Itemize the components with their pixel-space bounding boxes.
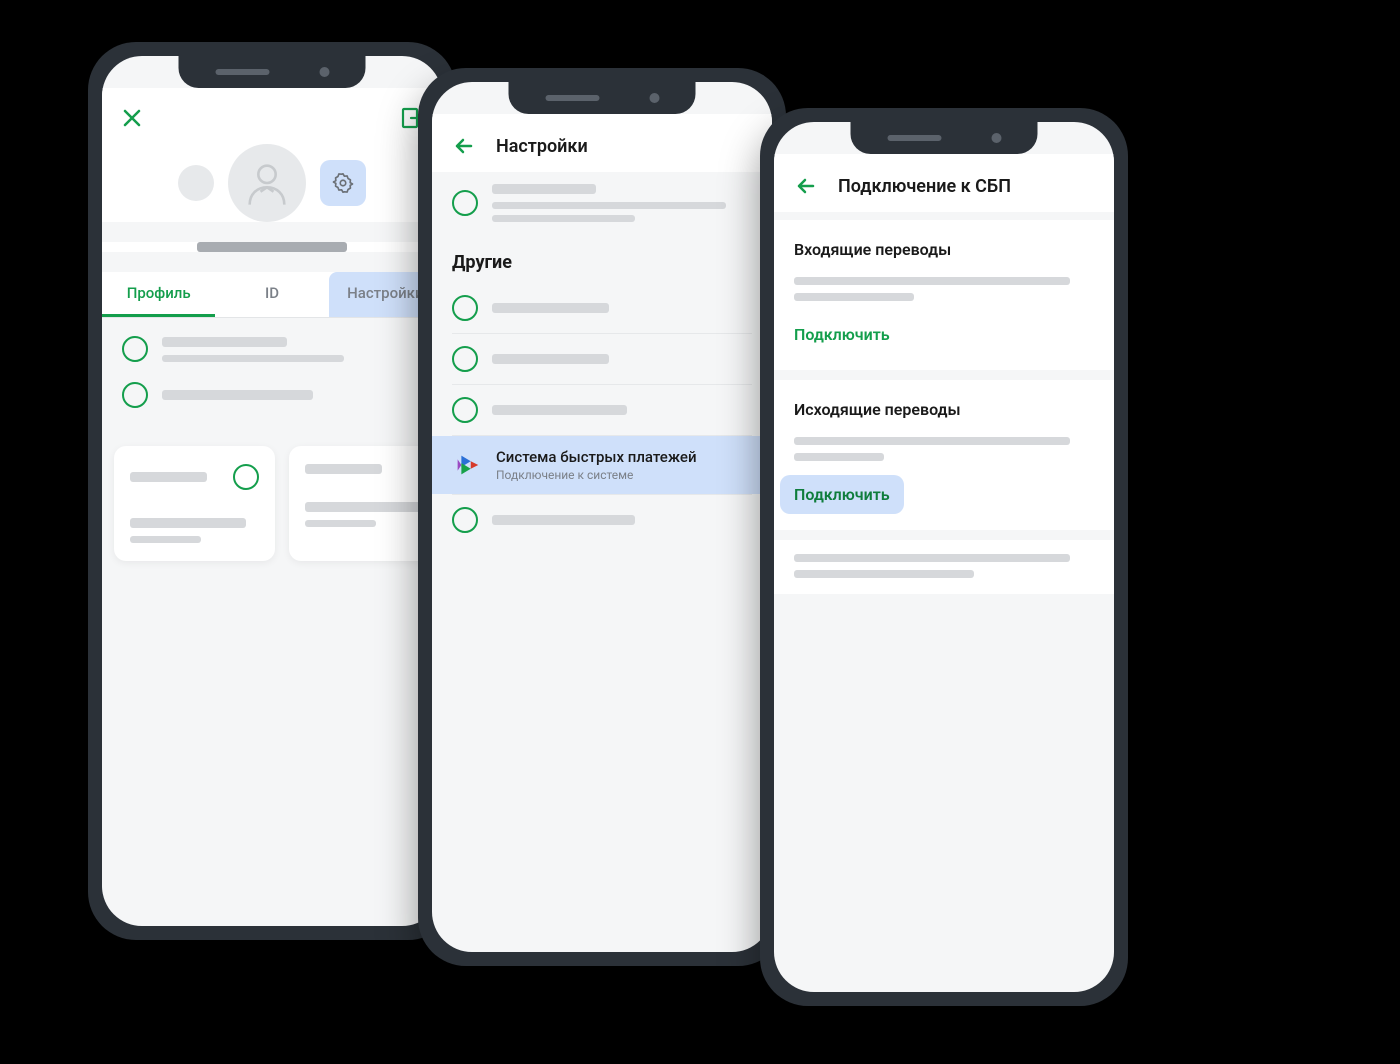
incoming-title: Входящие переводы — [794, 240, 1094, 259]
tab-id[interactable]: ID — [215, 272, 328, 317]
sbp-subtitle: Подключение к системе — [496, 468, 752, 482]
radio-icon — [122, 382, 148, 408]
radio-icon — [233, 464, 259, 490]
list-item[interactable] — [432, 172, 772, 234]
avatar — [228, 144, 306, 222]
radio-icon — [452, 397, 478, 423]
sbp-icon — [452, 450, 482, 480]
radio-icon — [122, 336, 148, 362]
radio-icon — [452, 346, 478, 372]
section-other: Другие — [432, 234, 772, 283]
phone-settings: Настройки Другие Система быстрых платеже… — [418, 68, 786, 966]
username-placeholder — [197, 242, 347, 252]
tab-profile[interactable]: Профиль — [102, 272, 215, 317]
list-item[interactable] — [432, 283, 772, 333]
page-title: Подключение к СБП — [838, 176, 1011, 197]
outgoing-title: Исходящие переводы — [794, 400, 1094, 419]
list-item[interactable] — [432, 495, 772, 545]
back-icon[interactable] — [452, 134, 476, 158]
card-item[interactable] — [114, 446, 275, 561]
close-icon[interactable] — [120, 106, 144, 130]
sbp-item[interactable]: Система быстрых платежей Подключение к с… — [432, 436, 772, 494]
phone-sbp-connect: Подключение к СБП Входящие переводы Подк… — [760, 108, 1128, 1006]
connect-incoming-button[interactable]: Подключить — [780, 315, 904, 354]
sbp-title: Система быстрых платежей — [496, 448, 752, 466]
radio-icon — [452, 507, 478, 533]
list-item[interactable] — [432, 385, 772, 435]
connect-outgoing-button[interactable]: Подключить — [780, 475, 904, 514]
avatar-small — [178, 165, 214, 201]
list-item[interactable] — [122, 382, 422, 408]
list-item[interactable] — [432, 334, 772, 384]
phone-profile: Профиль ID Настройки — [88, 42, 456, 940]
radio-icon — [452, 190, 478, 216]
back-icon[interactable] — [794, 174, 818, 198]
page-title: Настройки — [496, 136, 588, 157]
radio-icon — [452, 295, 478, 321]
settings-gear-button[interactable] — [320, 160, 366, 206]
list-item[interactable] — [122, 336, 422, 362]
